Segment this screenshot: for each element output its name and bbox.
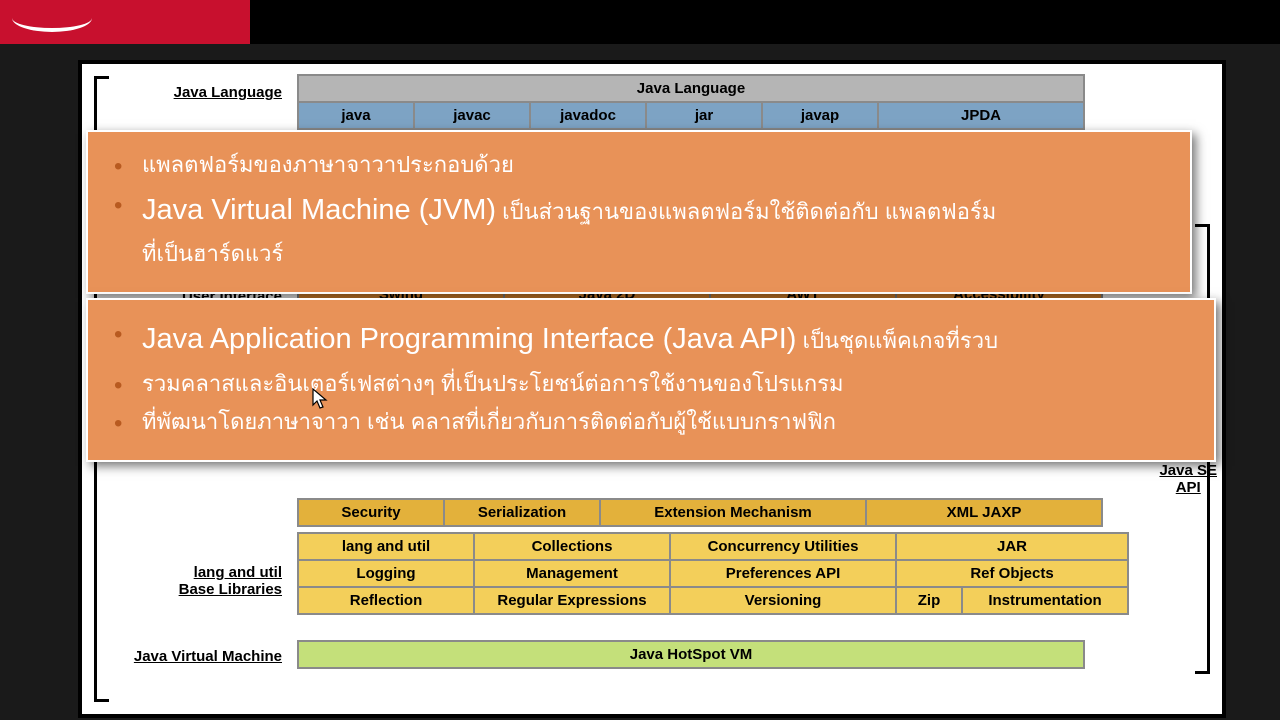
cell: javap [762,102,878,129]
cell: Logging [298,560,474,587]
cell: javac [414,102,530,129]
callout-text: ที่เป็นฮาร์ดแวร์ [142,241,283,266]
api-label: Java SE API [1159,462,1217,496]
cell: Extension Mechanism [600,499,866,526]
row-label-jvm: Java Virtual Machine [82,648,292,665]
callout-text: รวมคลาสและอินเตอร์เฟสต่างๆ ที่เป็นประโยช… [114,365,1188,404]
other-grid: Security Serialization Extension Mechani… [297,498,1103,527]
cell: Collections [474,533,670,560]
callout-text: Java Application Programming Interface (… [114,314,1188,365]
cell: Security [298,499,444,526]
cell: java [298,102,414,129]
callout-text: เป็นชุดแพ็คเกจที่รวบ [796,328,998,353]
cell: Versioning [670,587,896,614]
cell: Regular Expressions [474,587,670,614]
cell: JPDA [878,102,1084,129]
callout-text: เป็นส่วนฐานของแพลตฟอร์มใช้ติดต่อกับ แพลต… [496,199,996,224]
callout-strong: Java Virtual Machine (JVM) [142,194,496,226]
cell: Reflection [298,587,474,614]
callout-text: Java Virtual Machine (JVM) เป็นส่วนฐานขอ… [114,185,1164,274]
callout-strong: Java Application Programming Interface (… [142,323,796,355]
cell: Zip [896,587,962,614]
jvm-grid: Java HotSpot VM [297,640,1085,669]
callout-text: ที่พัฒนาโดยภาษาจาวา เช่น คลาสที่เกี่ยวกั… [114,403,1188,442]
cell: Java Language [298,75,1084,102]
lang-util-grid: lang and util Collections Concurrency Ut… [297,532,1129,615]
cell: jar [646,102,762,129]
cell: Ref Objects [896,560,1128,587]
cell: Preferences API [670,560,896,587]
java-language-grid: Java Language java javac javadoc jar jav… [297,74,1085,130]
cell: lang and util [298,533,474,560]
callout-text: แพลตฟอร์มของภาษาจาวาประกอบด้วย [114,146,1164,185]
brand-logo [0,0,250,44]
top-bar [0,0,1280,44]
cell: Java HotSpot VM [298,641,1084,668]
cell: Management [474,560,670,587]
cell: Instrumentation [962,587,1128,614]
row-label-lang-util: lang and util Base Libraries [82,564,292,599]
cell: javadoc [530,102,646,129]
row-label-java-language: Java Language [82,84,292,101]
cell: XML JAXP [866,499,1102,526]
callout-api: Java Application Programming Interface (… [86,298,1216,462]
cell: Serialization [444,499,600,526]
callout-jvm: แพลตฟอร์มของภาษาจาวาประกอบด้วย Java Virt… [86,130,1192,294]
cell: Concurrency Utilities [670,533,896,560]
cell: JAR [896,533,1128,560]
